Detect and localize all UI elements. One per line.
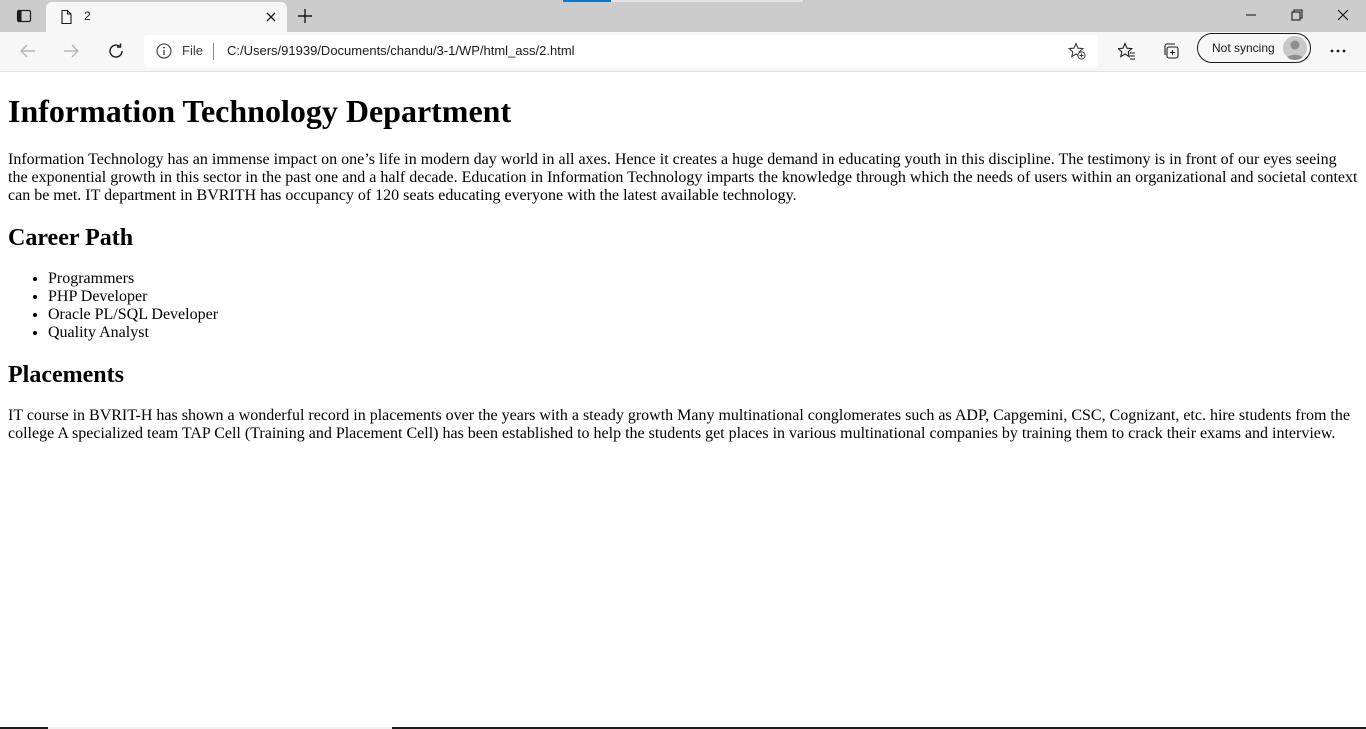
collections-button[interactable] [1156,37,1186,65]
back-button[interactable] [13,37,43,65]
settings-more-button[interactable] [1323,37,1353,65]
intro-paragraph: Information Technology has an immense im… [8,151,1358,204]
career-path-list: Programmers PHP Developer Oracle PL/SQL … [8,270,1358,342]
title-bar-accent [563,0,611,2]
arrow-right-icon [64,44,79,58]
minimize-button[interactable] [1228,0,1274,30]
sync-status-label: Not syncing [1212,41,1275,55]
favorites-icon [1118,42,1135,60]
new-tab-button[interactable] [293,4,317,28]
plus-icon [298,9,312,23]
star-plus-icon [1068,42,1086,60]
avatar [1283,36,1307,60]
favorites-button[interactable] [1112,37,1142,65]
close-window-button[interactable] [1320,0,1366,30]
tab-title: 2 [84,9,91,23]
close-icon [266,12,276,22]
list-item: Oracle PL/SQL Developer [48,306,1358,324]
refresh-icon [109,43,123,58]
profile-button[interactable]: Not syncing [1197,33,1311,63]
career-path-heading: Career Path [8,225,134,251]
add-favorite-button[interactable] [1068,42,1086,60]
info-icon[interactable] [156,43,172,59]
browser-tab[interactable]: 2 [46,2,287,32]
title-bar: 2 [0,0,1366,32]
list-item: Quality Analyst [48,324,1358,342]
minimize-icon [1246,14,1256,16]
collections-icon [1164,43,1179,59]
list-item: PHP Developer [48,288,1358,306]
close-icon [1337,9,1349,21]
page-content: Information Technology Department Inform… [0,93,1366,443]
more-icon [1330,49,1346,53]
tab-actions-button[interactable] [8,4,40,28]
url-text[interactable]: C:/Users/91939/Documents/chandu/3-1/WP/h… [227,43,575,58]
file-scheme-label: File [182,43,203,58]
forward-button[interactable] [56,37,86,65]
restore-button[interactable] [1274,0,1320,30]
refresh-button[interactable] [101,37,131,65]
tab-close-button[interactable] [263,9,279,25]
address-bar[interactable]: File C:/Users/91939/Documents/chandu/3-1… [144,35,1098,67]
tab-actions-icon [16,8,32,24]
placements-heading: Placements [8,362,124,388]
placements-paragraph: IT course in BVRIT-H has shown a wonderf… [8,407,1350,442]
browser-toolbar: File C:/Users/91939/Documents/chandu/3-1… [0,32,1366,72]
list-item: Programmers [48,270,1358,288]
page-icon [58,9,74,25]
restore-icon [1291,9,1303,21]
page-viewport: Information Technology Department Inform… [0,72,1366,727]
address-separator [213,43,214,60]
title-bar-accent-secondary [611,0,803,2]
arrow-left-icon [20,44,35,58]
page-heading: Information Technology Department [8,93,512,129]
